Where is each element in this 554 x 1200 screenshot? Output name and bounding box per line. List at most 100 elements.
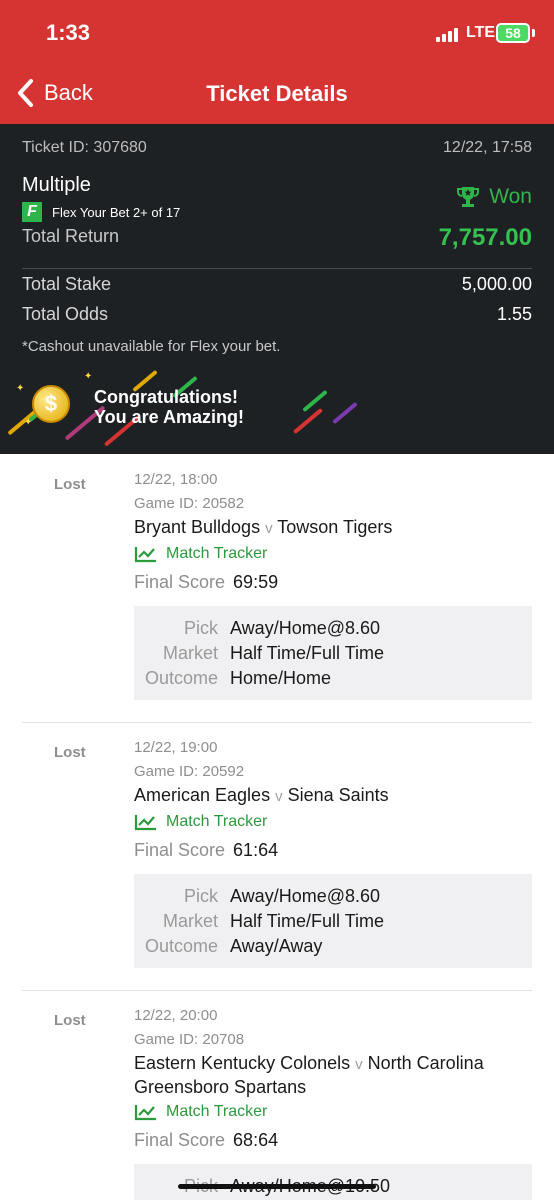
- market-row: Market Half Time/Full Time: [134, 911, 532, 932]
- leg-status: Lost: [54, 1012, 86, 1029]
- confetti-streak: [302, 389, 328, 413]
- total-odds-value: 1.55: [496, 304, 532, 324]
- leg-status: Lost: [54, 744, 86, 761]
- list-item: Lost 12/22, 19:00 Game ID: 20592 America…: [0, 722, 554, 990]
- match-tracker-link[interactable]: Match Tracker: [134, 545, 267, 563]
- trophy-icon: [457, 187, 480, 207]
- final-score-label: Final Score: [134, 1130, 226, 1150]
- vs-label: v: [275, 788, 283, 805]
- congrats-line2: You are Amazing!: [94, 407, 245, 427]
- home-team: Bryant Bulldogs: [134, 517, 261, 537]
- away-team: Siena Saints: [287, 785, 389, 805]
- confetti-streak: [292, 407, 324, 435]
- vs-label: v: [355, 1056, 363, 1073]
- ticket-datetime: 12/22, 17:58: [443, 139, 532, 156]
- total-stake-row: Total Stake 5,000.00: [22, 274, 532, 295]
- total-return-value: 7,757.00: [438, 224, 532, 251]
- outcome-value: Home/Home: [230, 668, 332, 688]
- outcome-row: Outcome Home/Home: [134, 668, 532, 689]
- status-bar: 1:33 LTE 58: [0, 0, 554, 66]
- market-label: Market: [162, 911, 218, 931]
- divider: [22, 268, 532, 269]
- flex-label: Flex Your Bet 2+ of 17: [52, 204, 181, 220]
- total-return-label: Total Return: [22, 226, 120, 246]
- outcome-label: Outcome: [144, 936, 218, 956]
- outcome-row: Outcome Away/Away: [134, 936, 532, 957]
- final-score-value: 68:64: [233, 1130, 279, 1150]
- ticket-id-row: Ticket ID: 307680 12/22, 17:58: [22, 139, 532, 157]
- coin-icon: $: [32, 385, 70, 423]
- bet-type: Multiple: [22, 174, 91, 196]
- pick-details: Pick Away/Home@8.60 Market Half Time/Full …: [134, 874, 532, 968]
- star-icon: ✦: [16, 383, 25, 394]
- flex-logo: F: [22, 202, 42, 222]
- match-tracker-link[interactable]: Match Tracker: [134, 813, 267, 831]
- pick-value: Away/Home@8.60: [230, 886, 381, 906]
- total-odds-row: Total Odds 1.55: [22, 304, 532, 325]
- total-stake-label: Total Stake: [22, 274, 112, 294]
- congrats-line1: Congratulations!: [94, 387, 238, 407]
- final-score-label: Final Score: [134, 840, 226, 860]
- star-icon: ✦: [24, 417, 33, 428]
- battery-tip: [532, 29, 535, 37]
- vs-label: v: [265, 520, 273, 537]
- leg-time: 12/22, 20:00: [134, 1007, 218, 1024]
- market-row: Market Half Time/Full Time: [134, 643, 532, 664]
- chart-line-icon: [134, 547, 156, 563]
- teams: Eastern Kentucky Colonels v North Caroli…: [134, 1052, 532, 1098]
- total-stake-value: 5,000.00: [461, 274, 532, 294]
- final-score-value: 69:59: [233, 572, 279, 592]
- status-text: Won: [489, 185, 532, 208]
- leg-time: 12/22, 18:00: [134, 471, 218, 488]
- game-id: Game ID: 20592: [134, 763, 245, 780]
- status-time: 1:33: [46, 20, 91, 45]
- scribble-mark: [178, 1184, 376, 1189]
- match-tracker-label: Match Tracker: [166, 1103, 268, 1120]
- match-tracker-label: Match Tracker: [166, 545, 268, 562]
- pick-details: PickAway/Home@10.50: [134, 1164, 532, 1200]
- market-value: Half Time/Full Time: [230, 911, 385, 931]
- teams: Bryant Bulldogs v Towson Tigers: [134, 516, 532, 540]
- market-value: Half Time/Full Time: [230, 643, 385, 663]
- status-badge: Won: [455, 184, 532, 210]
- chart-line-icon: [134, 1105, 156, 1121]
- pick-row: Pick Away/Home@8.60: [134, 618, 532, 639]
- pick-label: Pick: [183, 886, 218, 906]
- chart-line-icon: [134, 815, 156, 831]
- network-label: LTE: [466, 24, 496, 41]
- outcome-label: Outcome: [144, 668, 218, 688]
- home-team: American Eagles: [134, 785, 271, 805]
- market-label: Market: [162, 643, 218, 663]
- pick-value: Away/Home@8.60: [230, 618, 381, 638]
- ticket-id: Ticket ID: 307680: [22, 139, 147, 156]
- congrats-banner: ✦ ✦ ✦ $ Congratulations! You are Amazing…: [0, 369, 554, 454]
- leg-time: 12/22, 19:00: [134, 739, 218, 756]
- confetti-streak: [332, 401, 358, 425]
- cashout-note: *Cashout unavailable for Flex your bet.: [22, 338, 281, 355]
- flex-bet-info: F Flex Your Bet 2+ of 17: [22, 202, 180, 222]
- ticket-summary: Ticket ID: 307680 12/22, 17:58 Multiple …: [0, 124, 554, 454]
- game-id: Game ID: 20708: [134, 1031, 245, 1048]
- list-item: Lost 12/22, 18:00 Game ID: 20582 Bryant …: [0, 454, 554, 722]
- list-item: Lost 12/22, 20:00 Game ID: 20708 Eastern…: [0, 990, 554, 1200]
- home-team: Eastern Kentucky Colonels: [134, 1053, 351, 1073]
- battery-icon: 58: [496, 23, 530, 43]
- total-odds-label: Total Odds: [22, 304, 109, 324]
- star-icon: ✦: [84, 371, 93, 382]
- congrats-text: Congratulations! You are Amazing!: [94, 387, 244, 427]
- outcome-value: Away/Away: [230, 936, 323, 956]
- final-score: Final Score 69:59: [134, 572, 278, 593]
- coin-symbol: $: [44, 391, 58, 416]
- teams: American Eagles v Siena Saints: [134, 784, 532, 808]
- app-header: 1:33 LTE 58 Back Ticket Details: [0, 0, 554, 124]
- away-team: Towson Tigers: [277, 517, 393, 537]
- final-score: Final Score 68:64: [134, 1130, 278, 1151]
- signal-icon: [436, 26, 458, 42]
- battery-level: 58: [505, 25, 521, 41]
- pick-row: Pick Away/Home@8.60: [134, 886, 532, 907]
- final-score-value: 61:64: [233, 840, 279, 860]
- pick-label: Pick: [183, 618, 218, 638]
- pick-details: Pick Away/Home@8.60 Market Half Time/Full …: [134, 606, 532, 700]
- page-title: Ticket Details: [206, 81, 348, 106]
- match-tracker-link[interactable]: Match Tracker: [134, 1103, 267, 1121]
